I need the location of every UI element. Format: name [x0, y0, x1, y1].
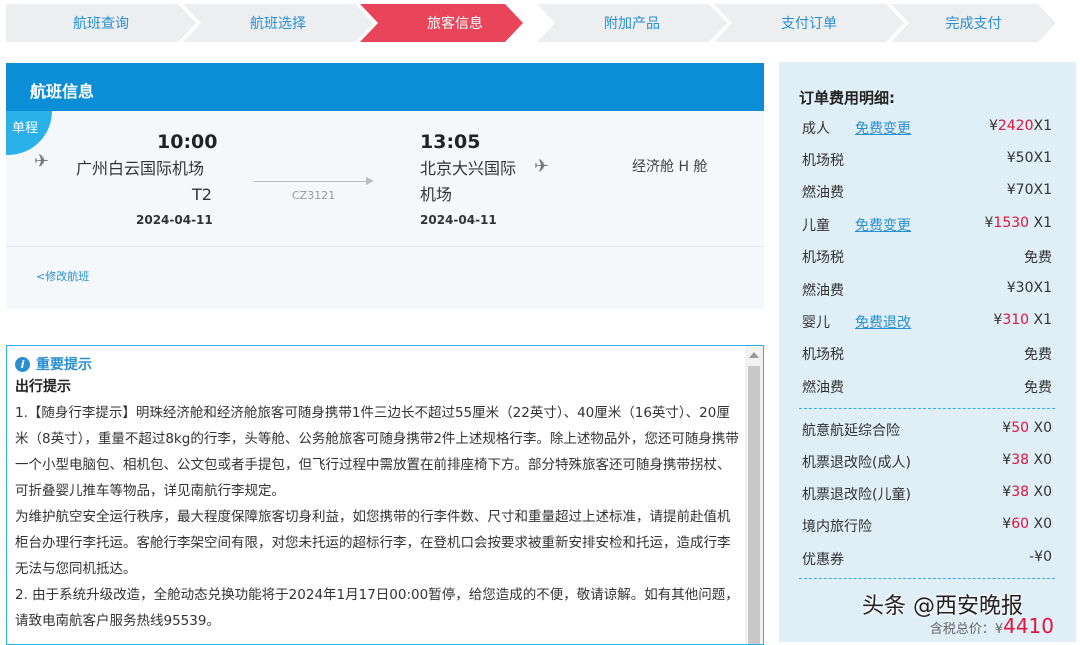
step-complete-payment[interactable]: 完成支付	[891, 4, 1056, 42]
fee-value: ¥70X1	[1006, 182, 1052, 198]
coupon-value: -¥0	[1029, 549, 1052, 565]
step-label: 支付订单	[781, 16, 837, 32]
fee-label: 机场税	[802, 347, 844, 363]
flight-info-panel: 航班信息 单程 ✈ 10:00 广州白云国际机场 T2 2024-04-11 C…	[6, 63, 764, 309]
fee-value: 免费	[1024, 347, 1052, 363]
fee-label: 婴儿	[802, 315, 830, 331]
step-label: 旅客信息	[427, 16, 483, 32]
cabin-class: 经济舱 H 舱	[632, 159, 708, 175]
step-pay-order[interactable]: 支付订单	[714, 4, 904, 42]
fee-row-infant: 婴儿 免费退改 ¥310 X1	[802, 312, 1052, 334]
flight-arrow	[254, 177, 374, 185]
modify-flight-link[interactable]: <修改航班	[36, 268, 89, 284]
step-label: 航班选择	[250, 16, 306, 32]
fee-label: 燃油费	[802, 380, 844, 396]
step-passenger-info[interactable]: 旅客信息	[360, 4, 550, 42]
extra-row: 机票退改险(儿童) ¥38 X0	[802, 484, 1052, 506]
coupon-label: 优惠券	[802, 552, 844, 568]
fee-row-adult: 成人 免费变更 ¥2420X1	[802, 118, 1052, 140]
tips-title-text: 重要提示	[36, 357, 92, 373]
fee-row: 燃油费 免费	[802, 377, 1052, 399]
departure-plane-icon: ✈	[34, 151, 50, 172]
arrival-plane-icon: ✈	[534, 156, 550, 177]
extra-value: ¥60 X0	[1002, 516, 1052, 532]
fee-label: 儿童	[802, 218, 830, 234]
order-title: 订单费用明细:	[799, 89, 895, 107]
flight-info-header: 航班信息	[6, 63, 764, 111]
tips-subtitle: 出行提示	[15, 379, 71, 395]
trip-type-tag: 单程	[6, 111, 52, 155]
step-label: 航班查询	[73, 16, 129, 32]
extra-row: 航意航延综合险 ¥50 X0	[802, 420, 1052, 442]
extra-label: 航意航延综合险	[802, 423, 900, 439]
fee-row: 机场税 免费	[802, 247, 1052, 269]
fee-value: ¥30X1	[1006, 280, 1052, 296]
extra-label: 机票退改险(成人)	[802, 455, 911, 471]
fee-label: 燃油费	[802, 283, 844, 299]
arrival-airport-cont: 机场	[420, 185, 453, 204]
fee-value: ¥50X1	[1006, 150, 1052, 166]
departure-terminal: T2	[192, 185, 212, 204]
order-summary: 订单费用明细: 成人 免费变更 ¥2420X1 机场税 ¥50X1 燃油费 ¥7…	[779, 62, 1076, 642]
scroll-thumb[interactable]	[748, 366, 760, 644]
fee-label: 成人	[802, 121, 830, 137]
divider	[6, 246, 764, 247]
step-addons[interactable]: 附加产品	[537, 4, 727, 42]
scroll-up-icon[interactable]	[749, 352, 759, 358]
fee-row: 机场税 ¥50X1	[802, 150, 1052, 172]
extra-row: 机票退改险(成人) ¥38 X0	[802, 452, 1052, 474]
free-change-link[interactable]: 免费变更	[855, 118, 911, 138]
step-label: 完成支付	[945, 16, 1002, 32]
tips-title: i 重要提示	[15, 354, 743, 374]
tip-paragraph: 为维护航空安全运行秩序，最大程度保障旅客切身利益，如您携带的行李件数、尺寸和重量…	[15, 509, 731, 577]
extra-label: 机票退改险(儿童)	[802, 487, 911, 503]
departure-airport: 广州白云国际机场	[76, 159, 205, 178]
flight-info-body: 单程 ✈ 10:00 广州白云国际机场 T2 2024-04-11 CZ3121…	[6, 111, 764, 309]
coupon-row: 优惠券 -¥0	[802, 549, 1052, 571]
fee-row: 机场税 免费	[802, 344, 1052, 366]
free-refund-change-link[interactable]: 免费退改	[855, 312, 911, 332]
extra-value: ¥38 X0	[1002, 452, 1052, 468]
divider	[799, 408, 1055, 409]
tip-paragraph: 1.【随身行李提示】明珠经济舱和经济舱旅客可随身携带1件三边长不超过55厘米（2…	[15, 405, 739, 499]
extra-row: 境内旅行险 ¥60 X0	[802, 516, 1052, 538]
important-tips-box: i 重要提示 出行提示 1.【随身行李提示】明珠经济舱和经济舱旅客可随身携带1件…	[6, 345, 764, 645]
departure-time: 10:00	[157, 131, 218, 153]
arrival-time: 13:05	[420, 131, 481, 153]
info-icon: i	[15, 356, 30, 372]
fee-row-child: 儿童 免费变更 ¥1530 X1	[802, 215, 1052, 237]
fee-value: ¥1530 X1	[984, 215, 1052, 231]
step-label: 附加产品	[604, 16, 660, 32]
fee-value: ¥2420X1	[988, 118, 1052, 134]
departure-date: 2024-04-11	[136, 213, 213, 227]
extra-label: 境内旅行险	[802, 519, 872, 535]
divider	[799, 578, 1055, 579]
free-change-link[interactable]: 免费变更	[855, 215, 911, 235]
step-flight-search[interactable]: 航班查询	[6, 4, 196, 42]
fee-value: 免费	[1024, 380, 1052, 396]
tip-paragraph: 2. 由于系统升级改造，全舱动态兑换功能将于2024年1月17日00:00暂停，…	[15, 587, 739, 629]
tips-scrollbar[interactable]	[745, 346, 763, 644]
flight-number: CZ3121	[292, 189, 336, 202]
fee-row: 燃油费 ¥70X1	[802, 182, 1052, 204]
fee-row: 燃油费 ¥30X1	[802, 280, 1052, 302]
total-label: 含税总价：¥	[929, 622, 1004, 637]
fee-label: 燃油费	[802, 185, 844, 201]
extra-value: ¥50 X0	[1002, 420, 1052, 436]
fee-label: 机场税	[802, 250, 844, 266]
arrival-date: 2024-04-11	[420, 213, 497, 227]
tips-content: 1.【随身行李提示】明珠经济舱和经济舱旅客可随身携带1件三边长不超过55厘米（2…	[15, 400, 743, 634]
fee-value: 免费	[1024, 250, 1052, 266]
progress-steps: 航班查询 航班选择 旅客信息 附加产品 支付订单 完成支付	[6, 4, 1056, 42]
arrival-airport: 北京大兴国际	[420, 159, 517, 178]
extra-value: ¥38 X0	[1002, 484, 1052, 500]
step-flight-select[interactable]: 航班选择	[183, 4, 373, 42]
fee-label: 机场税	[802, 153, 844, 169]
fee-value: ¥310 X1	[993, 312, 1052, 328]
watermark: 头条 @西安晚报	[862, 594, 1023, 619]
